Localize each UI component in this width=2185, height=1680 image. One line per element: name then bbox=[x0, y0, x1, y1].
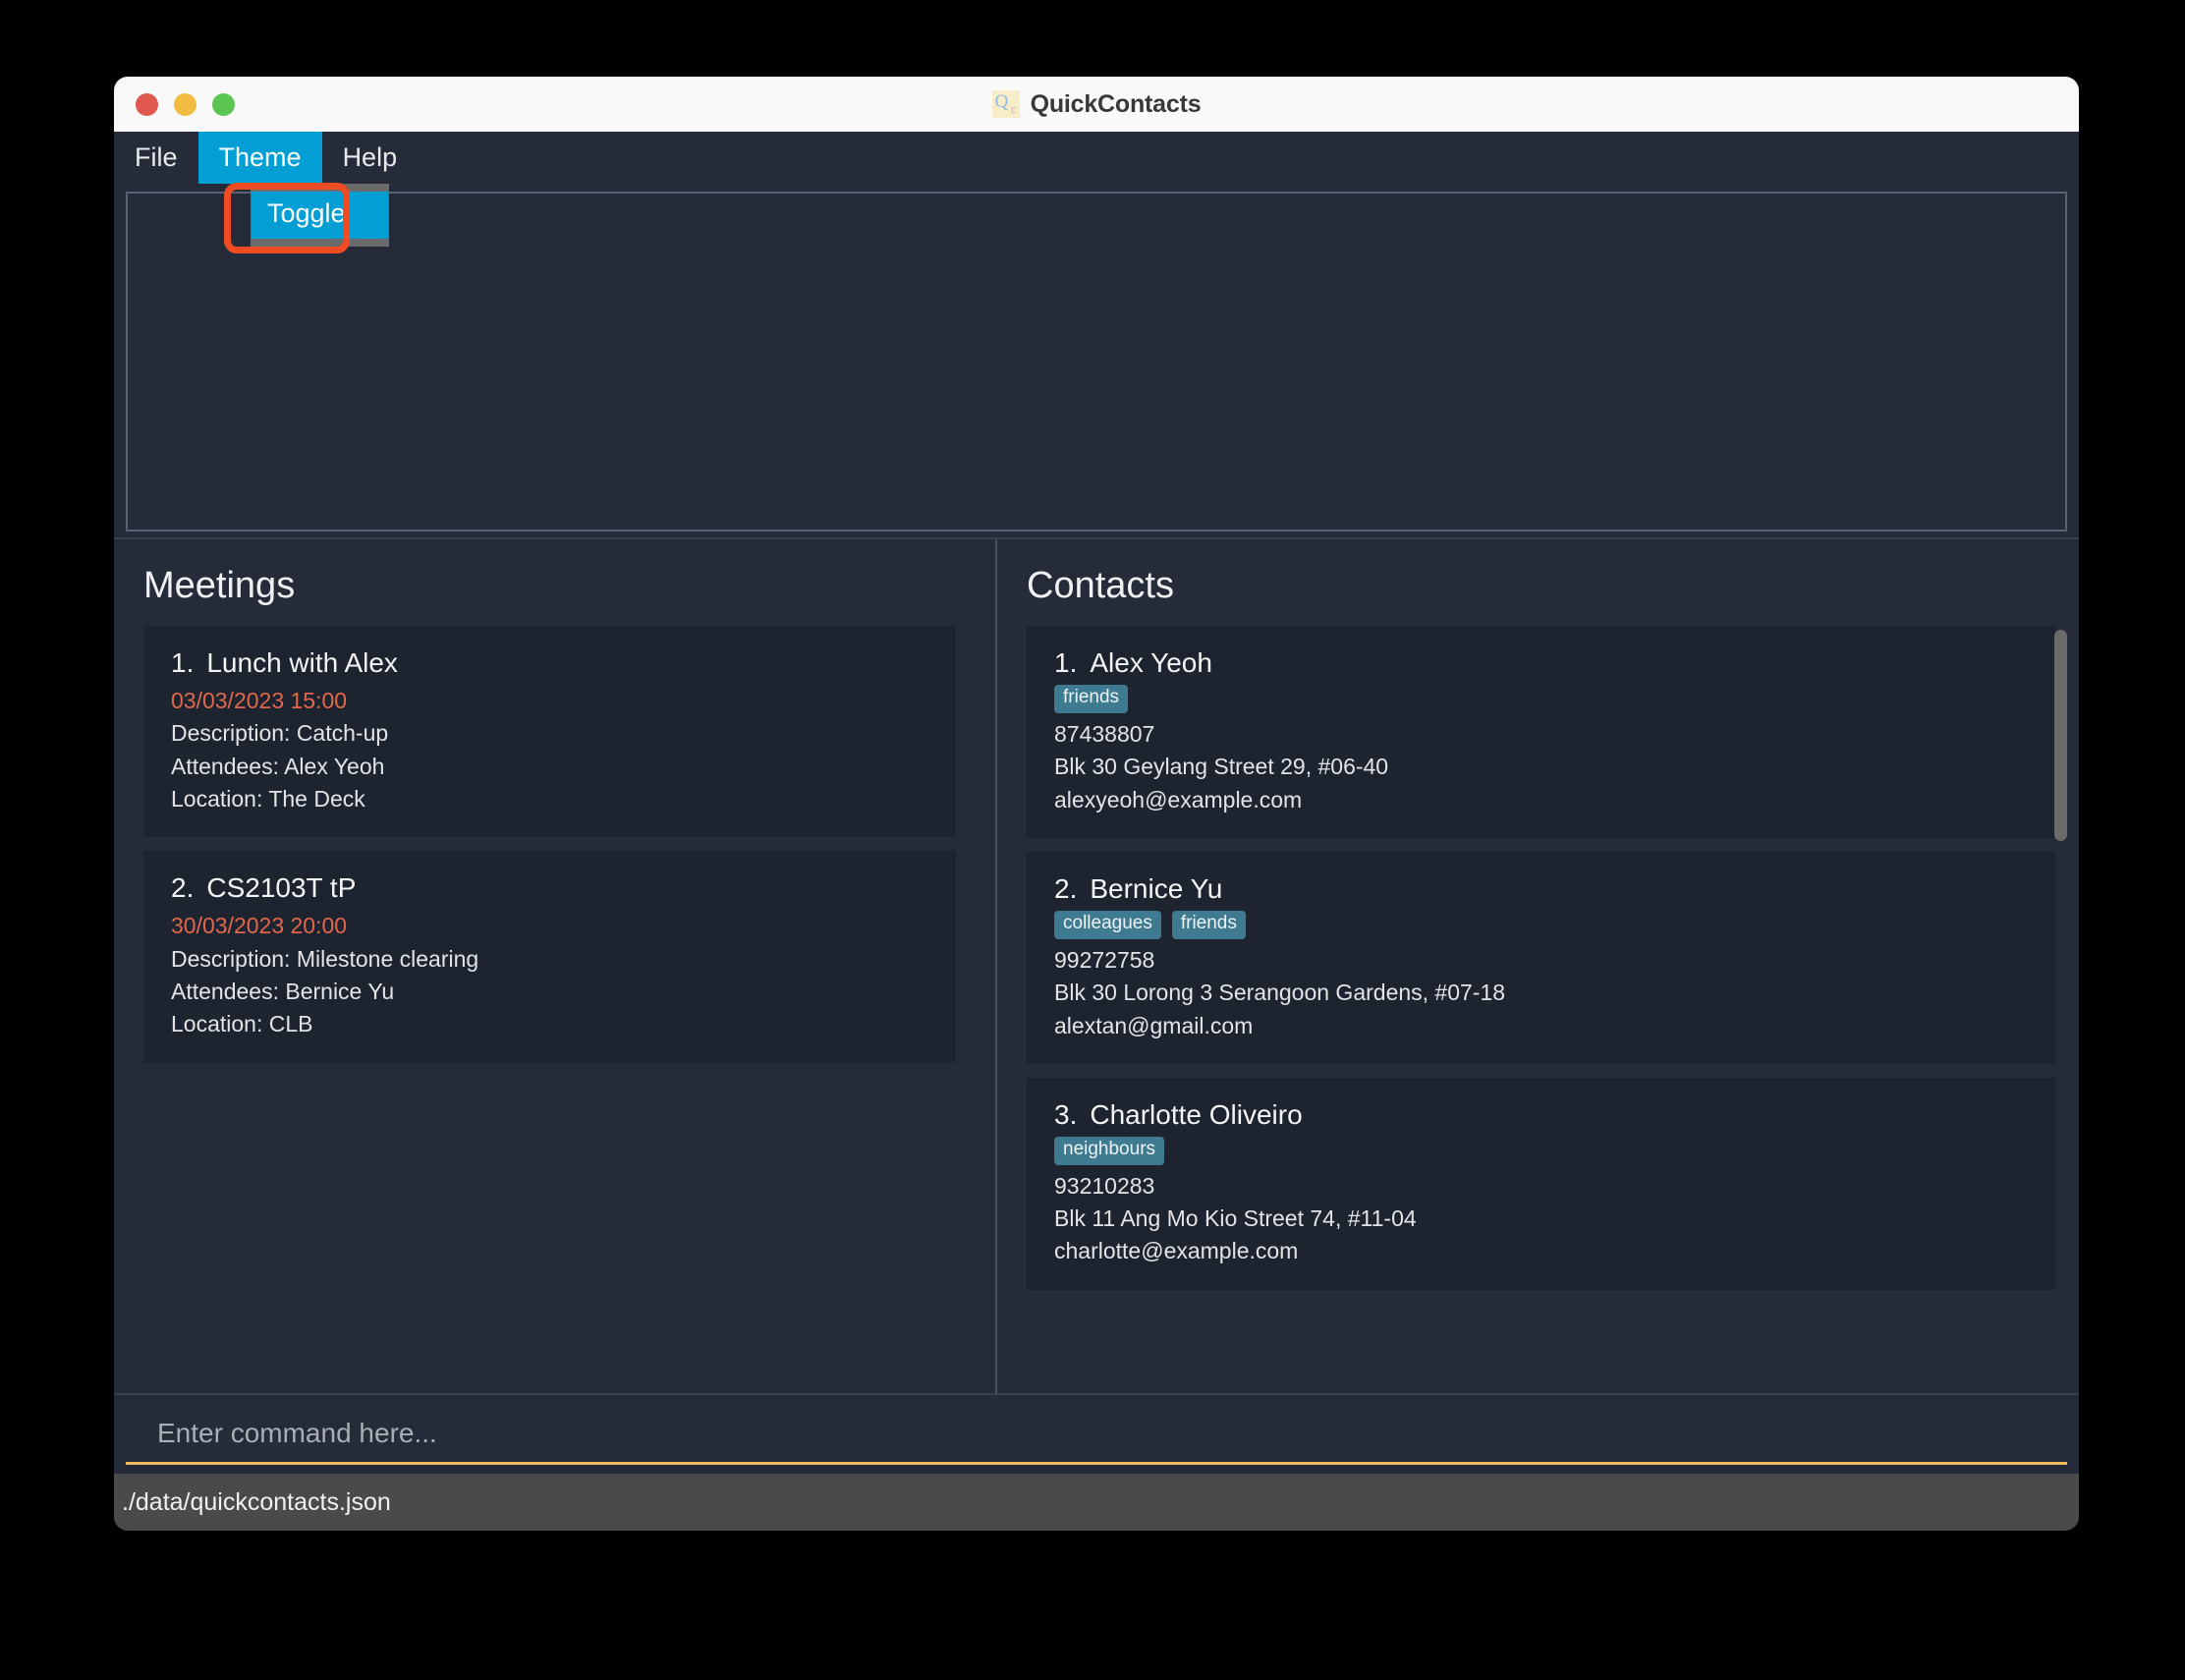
contacts-scrollbar-thumb[interactable] bbox=[2054, 630, 2067, 841]
meeting-location: Location: CLB bbox=[171, 1011, 313, 1037]
contact-tags: friends bbox=[1054, 685, 2028, 713]
theme-dropdown-menu: Toggle bbox=[251, 184, 389, 247]
meeting-datetime: 30/03/2023 20:00 bbox=[171, 913, 348, 939]
contact-phone: 99272758 bbox=[1054, 946, 1155, 973]
meetings-pane: Meetings 1. Lunch with Alex 03/03/2023 1… bbox=[114, 539, 995, 1393]
meeting-description: Description: Milestone clearing bbox=[171, 945, 479, 972]
contact-tags: neighbours bbox=[1054, 1136, 2028, 1165]
command-box-area: Enter command here... bbox=[114, 1393, 2079, 1474]
command-input-wrapper[interactable]: Enter command here... bbox=[126, 1404, 2067, 1465]
meeting-attendees: Attendees: Alex Yeoh bbox=[171, 753, 385, 779]
contact-card[interactable]: 2. Bernice Yu colleagues friends 9927275… bbox=[1027, 851, 2055, 1064]
meeting-datetime: 03/03/2023 15:00 bbox=[171, 688, 348, 713]
result-display-area bbox=[114, 184, 2079, 537]
maximize-button[interactable] bbox=[212, 92, 235, 116]
meeting-title-row: 1. Lunch with Alex bbox=[171, 645, 928, 680]
window-controls bbox=[136, 92, 235, 116]
menu-item-theme[interactable]: Theme bbox=[197, 132, 322, 184]
panes-container: Meetings 1. Lunch with Alex 03/03/2023 1… bbox=[114, 539, 2079, 1393]
contact-name: Charlotte Oliveiro bbox=[1090, 1098, 1303, 1130]
tag-badge: colleagues bbox=[1054, 910, 1161, 939]
contact-name: Alex Yeoh bbox=[1090, 647, 1212, 678]
minimize-button[interactable] bbox=[174, 92, 196, 116]
contact-index: 2. bbox=[1054, 872, 1078, 904]
icon-letter-c: c bbox=[1010, 101, 1017, 116]
contact-email: alexyeoh@example.com bbox=[1054, 786, 1303, 812]
command-input[interactable]: Enter command here... bbox=[157, 1419, 437, 1447]
menu-item-file[interactable]: File bbox=[114, 132, 198, 184]
meetings-list: 1. Lunch with Alex 03/03/2023 15:00 Desc… bbox=[143, 626, 966, 1393]
contact-address: Blk 30 Lorong 3 Serangoon Gardens, #07-1… bbox=[1054, 980, 1506, 1006]
window-title: QuickContacts bbox=[1030, 89, 1202, 118]
meeting-index: 2. bbox=[171, 872, 195, 904]
contact-name: Bernice Yu bbox=[1090, 872, 1223, 904]
meeting-attendees: Attendees: Bernice Yu bbox=[171, 979, 395, 1005]
tag-badge: neighbours bbox=[1054, 1136, 1165, 1165]
screen: Q c QuickContacts File Theme Help Toggle bbox=[0, 0, 2185, 1680]
contact-index: 1. bbox=[1054, 647, 1078, 678]
contact-title-row: 2. Bernice Yu bbox=[1054, 871, 2028, 906]
title-center-group: Q c QuickContacts bbox=[114, 90, 2079, 119]
contact-address: Blk 30 Geylang Street 29, #06-40 bbox=[1054, 754, 1389, 780]
icon-letter-q: Q bbox=[994, 91, 1009, 112]
contact-index: 3. bbox=[1054, 1098, 1078, 1130]
contact-title-row: 3. Charlotte Oliveiro bbox=[1054, 1097, 2028, 1132]
meeting-name: Lunch with Alex bbox=[206, 647, 398, 678]
contact-phone: 93210283 bbox=[1054, 1172, 1155, 1199]
meeting-index: 1. bbox=[171, 647, 195, 678]
contact-card[interactable]: 1. Alex Yeoh friends 87438807 Blk 30 Gey… bbox=[1027, 626, 2055, 838]
contacts-scrollbar[interactable] bbox=[2051, 630, 2069, 1379]
contacts-pane: Contacts 1. Alex Yeoh friends 87438807 B… bbox=[995, 539, 2079, 1393]
menu-bar: File Theme Help Toggle bbox=[114, 132, 2079, 253]
meeting-title-row: 2. CS2103T tP bbox=[171, 870, 928, 905]
contact-card[interactable]: 3. Charlotte Oliveiro neighbours 9321028… bbox=[1027, 1077, 2055, 1290]
menu-item-toggle[interactable]: Toggle bbox=[252, 192, 388, 239]
meeting-name: CS2103T tP bbox=[206, 872, 357, 904]
title-bar: Q c QuickContacts bbox=[114, 77, 2079, 132]
contacts-title: Contacts bbox=[1027, 565, 1174, 606]
quickcontacts-icon: Q c bbox=[991, 90, 1020, 118]
meetings-title: Meetings bbox=[143, 565, 296, 606]
contact-tags: colleagues friends bbox=[1054, 910, 2028, 939]
status-bar: ./data/quickcontacts.json bbox=[114, 1474, 2079, 1531]
meeting-card[interactable]: 1. Lunch with Alex 03/03/2023 15:00 Desc… bbox=[143, 626, 956, 838]
menu-item-help[interactable]: Help bbox=[322, 132, 419, 184]
contact-title-row: 1. Alex Yeoh bbox=[1054, 645, 2028, 680]
contact-phone: 87438807 bbox=[1054, 720, 1155, 747]
contacts-list: 1. Alex Yeoh friends 87438807 Blk 30 Gey… bbox=[1027, 626, 2065, 1393]
contact-email: charlotte@example.com bbox=[1054, 1238, 1299, 1264]
meeting-location: Location: The Deck bbox=[171, 786, 365, 812]
meeting-description: Description: Catch-up bbox=[171, 720, 389, 747]
app-window: Q c QuickContacts File Theme Help Toggle bbox=[114, 77, 2079, 1531]
tag-badge: friends bbox=[1171, 910, 1246, 939]
save-location-status: ./data/quickcontacts.json bbox=[122, 1487, 391, 1516]
meeting-card[interactable]: 2. CS2103T tP 30/03/2023 20:00 Descripti… bbox=[143, 851, 956, 1063]
contact-email: alextan@gmail.com bbox=[1054, 1012, 1254, 1038]
result-display-box bbox=[126, 192, 2067, 532]
contact-address: Blk 11 Ang Mo Kio Street 74, #11-04 bbox=[1054, 1205, 1417, 1232]
close-button[interactable] bbox=[136, 92, 158, 116]
tag-badge: friends bbox=[1054, 685, 1129, 713]
app-body: Meetings 1. Lunch with Alex 03/03/2023 1… bbox=[114, 184, 2079, 1474]
